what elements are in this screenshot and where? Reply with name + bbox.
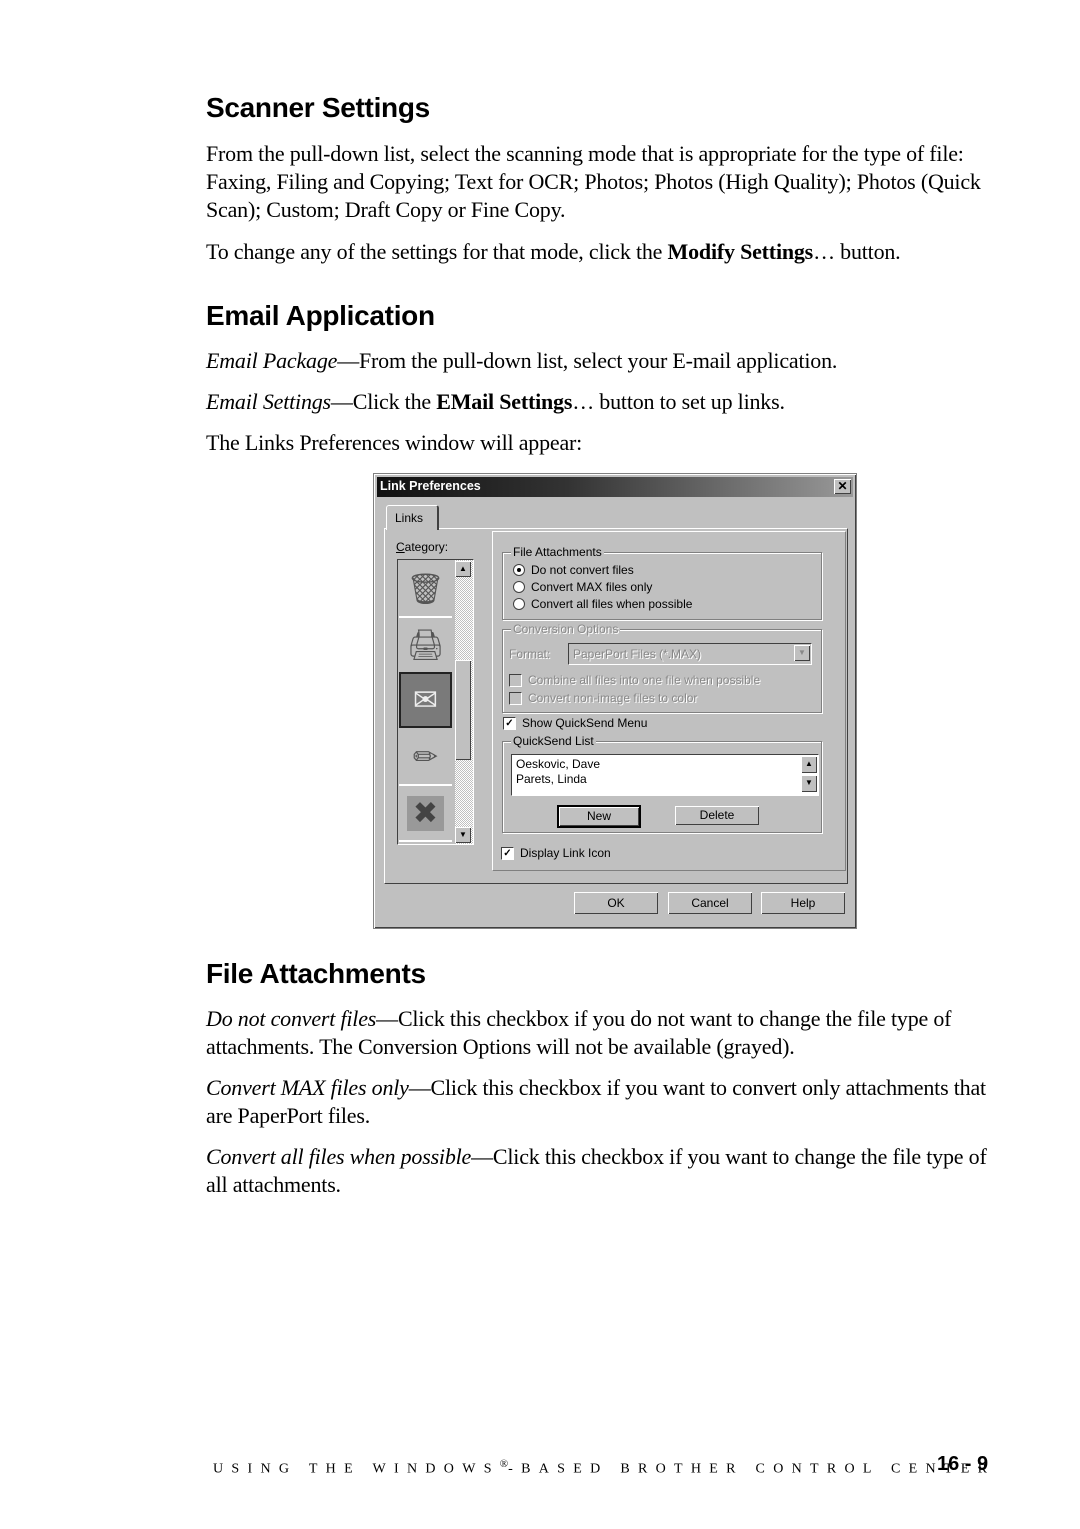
- checkbox-combine-files[interactable]: Combine all files into one file when pos…: [509, 673, 760, 687]
- radio-label: Convert all files when possible: [531, 597, 693, 611]
- running-footer: USING THE WINDOWS®-BASED BROTHER CONTROL…: [213, 1458, 995, 1478]
- term: Email Settings: [206, 389, 331, 414]
- convert-all-paragraph: Convert all files when possible—Click th…: [206, 1143, 1006, 1199]
- heading-scanner-settings: Scanner Settings: [206, 92, 430, 123]
- checkbox-convert-color[interactable]: Convert non-image files to color: [509, 691, 697, 705]
- bold-term: Modify Settings: [667, 239, 814, 264]
- quicksend-listbox[interactable]: Oeskovic, Dave Parets, Linda ▲ ▼: [511, 754, 819, 796]
- link-preferences-dialog: Link Preferences ✕ Links Category: 🗑 🖨 ✉…: [373, 473, 857, 929]
- text: —From the pull-down list, select your E-…: [337, 348, 838, 373]
- title-bar: Link Preferences ✕: [377, 477, 853, 497]
- radio-icon[interactable]: [513, 581, 525, 593]
- scroll-up-icon[interactable]: ▲: [455, 561, 471, 577]
- scroll-up-icon[interactable]: ▲: [801, 756, 817, 773]
- radio-convert-max[interactable]: Convert MAX files only: [513, 580, 652, 594]
- heading-file-attachments: File Attachments: [206, 958, 426, 989]
- footer-text: USING THE WINDOWS: [213, 1461, 500, 1477]
- scroll-thumb[interactable]: [455, 660, 471, 760]
- conversion-options-legend: Conversion Options: [511, 622, 621, 636]
- excel-icon: ✖: [406, 795, 445, 831]
- category-recycle-bin[interactable]: 🗑: [399, 562, 452, 618]
- modify-settings-paragraph: To change any of the settings for that m…: [206, 238, 1006, 266]
- checkbox-icon[interactable]: [509, 673, 522, 687]
- list-item[interactable]: Oeskovic, Dave: [516, 757, 600, 771]
- quicksend-list-group: QuickSend List Oeskovic, Dave Parets, Li…: [502, 734, 822, 833]
- email-icon: ✉: [412, 683, 439, 717]
- ok-button[interactable]: OK: [574, 892, 658, 914]
- radio-label: Do not convert files: [531, 563, 634, 577]
- scanner-settings-paragraph: From the pull-down list, select the scan…: [206, 141, 981, 222]
- scroll-down-icon[interactable]: ▼: [801, 775, 817, 792]
- format-label: Format:: [509, 647, 551, 661]
- tab-links[interactable]: Links: [386, 505, 439, 530]
- checkmark-icon[interactable]: ✓: [503, 716, 516, 730]
- category-label-text: ategory:: [404, 540, 449, 554]
- quicksend-legend: QuickSend List: [511, 734, 596, 748]
- text: … button.: [813, 239, 901, 264]
- registered-mark: ®: [499, 1458, 509, 1470]
- checkbox-icon[interactable]: [509, 691, 522, 705]
- footer-text: -BASED BROTHER CONTROL CENTER: [508, 1461, 996, 1477]
- checkbox-show-quicksend[interactable]: ✓ Show QuickSend Menu: [503, 716, 647, 730]
- text: —Click the: [330, 389, 437, 414]
- pencil-cup-icon: ✏: [412, 740, 439, 774]
- file-attachments-legend: File Attachments: [511, 545, 604, 559]
- links-intro-paragraph: The Links Preferences window will appear…: [206, 430, 583, 455]
- checkmark-icon[interactable]: ✓: [501, 846, 514, 860]
- radio-selected-icon[interactable]: [513, 564, 525, 576]
- email-package-paragraph: Email Package—From the pull-down list, s…: [206, 347, 1006, 375]
- category-excel[interactable]: ✖: [399, 786, 452, 842]
- radio-label: Convert MAX files only: [531, 580, 653, 594]
- term: Convert all files when possible: [206, 1144, 472, 1169]
- heading-email-application: Email Application: [206, 300, 435, 331]
- cancel-button[interactable]: Cancel: [668, 892, 752, 914]
- conversion-options-group: Conversion Options Format: PaperPort Fil…: [502, 622, 822, 713]
- category-label: Category:: [396, 540, 449, 554]
- term: Email Package: [206, 348, 338, 373]
- category-pencil-cup[interactable]: ✏: [399, 730, 452, 786]
- email-settings-paragraph: Email Settings—Click the EMail Settings……: [206, 388, 1006, 416]
- page-number: 16 - 9: [937, 1453, 989, 1475]
- format-value: PaperPort Files (*.MAX): [573, 647, 702, 661]
- checkbox-display-link-icon[interactable]: ✓ Display Link Icon: [501, 846, 611, 860]
- bold-term: EMail Settings: [436, 389, 573, 414]
- category-list[interactable]: 🗑 🖨 ✉ ✏ ✖ ▲ ▼: [397, 559, 474, 845]
- tab-label: Links: [395, 511, 424, 525]
- category-printer[interactable]: 🖨: [399, 618, 452, 674]
- term: Do not convert files: [206, 1006, 377, 1031]
- file-attachments-group: File Attachments Do not convert files Co…: [502, 545, 822, 620]
- radio-do-not-convert[interactable]: Do not convert files: [513, 563, 634, 577]
- do-not-convert-paragraph: Do not convert files—Click this checkbox…: [206, 1005, 1006, 1061]
- text: To change any of the settings for that m…: [206, 239, 668, 264]
- new-button[interactable]: New: [557, 805, 641, 828]
- checkbox-label: Show QuickSend Menu: [522, 716, 648, 730]
- format-dropdown[interactable]: PaperPort Files (*.MAX) ▼: [568, 643, 812, 665]
- radio-convert-all[interactable]: Convert all files when possible: [513, 597, 692, 611]
- delete-button[interactable]: Delete: [675, 806, 759, 825]
- dialog-title: Link Preferences: [380, 479, 481, 493]
- checkbox-label: Display Link Icon: [520, 846, 611, 860]
- category-scrollbar[interactable]: ▲ ▼: [455, 560, 473, 844]
- term: Convert MAX files only: [206, 1075, 409, 1100]
- chevron-down-icon[interactable]: ▼: [794, 645, 810, 661]
- settings-area: File Attachments Do not convert files Co…: [492, 531, 846, 871]
- checkbox-label: Convert non-image files to color: [528, 691, 698, 705]
- printer-icon: 🖨: [406, 628, 445, 662]
- text: … button to set up links.: [572, 389, 785, 414]
- close-icon[interactable]: ✕: [834, 479, 851, 494]
- checkbox-label: Combine all files into one file when pos…: [528, 673, 761, 687]
- help-button[interactable]: Help: [761, 892, 845, 914]
- recycle-bin-icon: 🗑: [406, 572, 445, 606]
- scroll-down-icon[interactable]: ▼: [455, 827, 471, 843]
- category-email[interactable]: ✉: [399, 672, 452, 728]
- convert-max-paragraph: Convert MAX files only—Click this checkb…: [206, 1074, 1006, 1130]
- list-item[interactable]: Parets, Linda: [516, 772, 587, 786]
- radio-icon[interactable]: [513, 598, 525, 610]
